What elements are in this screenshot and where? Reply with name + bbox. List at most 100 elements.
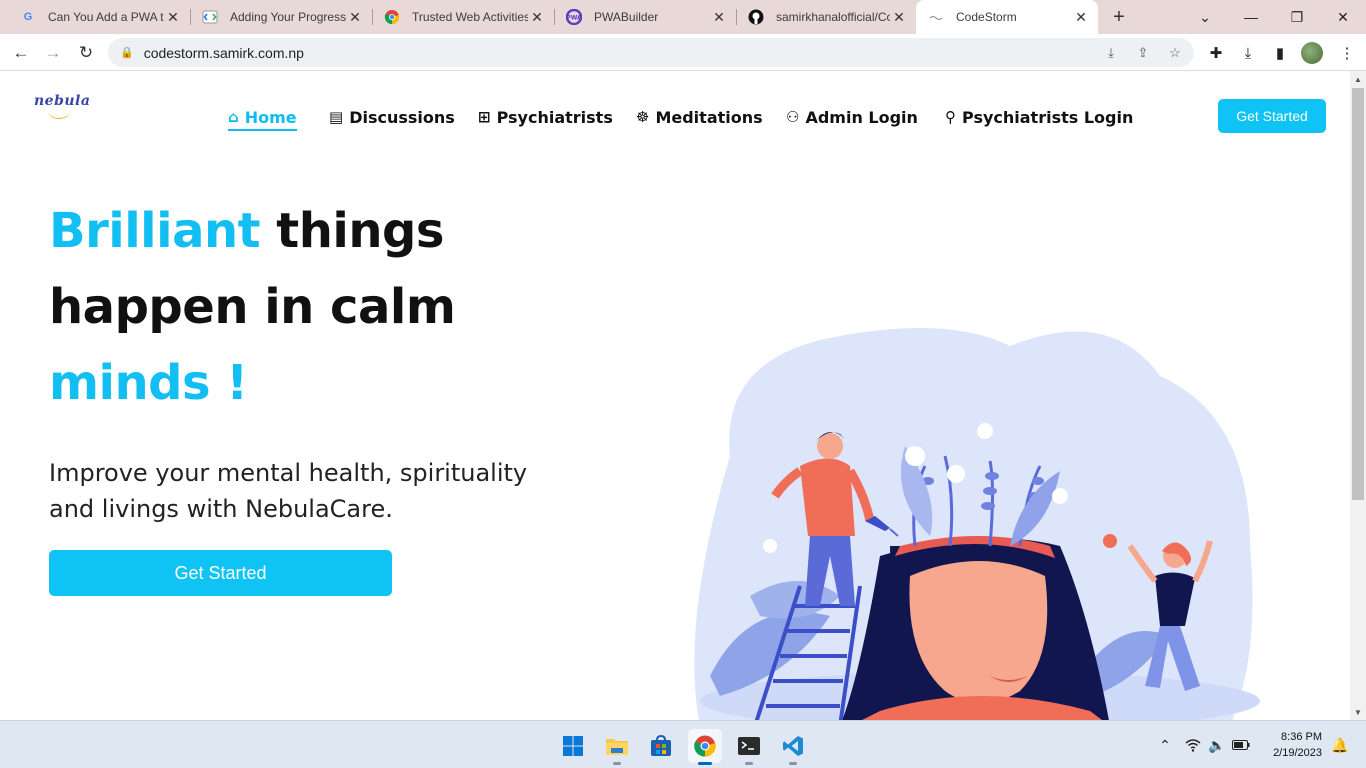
nav-meditations-label: Meditations xyxy=(655,107,763,127)
clock-date: 2/19/2023 xyxy=(1273,747,1322,759)
chrome-menu-icon[interactable]: ⋮ xyxy=(1336,42,1358,64)
home-icon: ⌂ xyxy=(228,108,239,126)
close-tab-icon[interactable]: ✕ xyxy=(890,8,908,26)
running-indicator xyxy=(613,762,621,765)
nav-home-label: Home xyxy=(244,107,297,127)
tab-title: Adding Your Progressi xyxy=(230,10,346,24)
install-app-icon[interactable]: ⤓ xyxy=(1101,43,1121,63)
calm-mind-illustration xyxy=(694,328,1260,720)
nav-psychiatrists-login-label: Psychiatrists Login xyxy=(962,107,1134,127)
close-tab-icon[interactable]: ✕ xyxy=(710,8,728,26)
file-explorer-icon[interactable] xyxy=(600,729,634,765)
terminal-icon[interactable] xyxy=(732,729,766,765)
browser-tab-5[interactable]: samirkhanalofficial/Co ✕ xyxy=(736,0,916,34)
hero-get-started-button[interactable]: Get Started xyxy=(49,550,392,596)
nav-psychiatrists[interactable]: ⊞ Psychiatrists xyxy=(478,104,613,130)
hero-accent-word: Brilliant xyxy=(49,203,261,259)
running-indicator xyxy=(745,762,753,765)
tab-title: Trusted Web Activities xyxy=(412,10,528,24)
new-tab-button[interactable]: + xyxy=(1107,5,1131,29)
nav-discussions[interactable]: ▤ Discussions xyxy=(329,104,455,130)
nav-psychiatrists-login[interactable]: ⚲ Psychiatrists Login xyxy=(945,104,1133,130)
url-text: codestorm.samirk.com.np xyxy=(143,44,304,61)
restore-button[interactable]: ❐ xyxy=(1274,0,1320,34)
nav-admin-login[interactable]: ⚇ Admin Login xyxy=(786,104,918,130)
show-hidden-icons-chevron-icon[interactable]: ⌃ xyxy=(1155,735,1175,755)
close-tab-icon[interactable]: ✕ xyxy=(346,8,364,26)
tab-title: PWABuilder xyxy=(594,10,659,24)
close-window-button[interactable]: ✕ xyxy=(1320,0,1366,34)
close-tab-icon[interactable]: ✕ xyxy=(1072,8,1090,26)
extensions-puzzle-icon[interactable]: ✚ xyxy=(1205,42,1227,64)
logo-swoosh xyxy=(48,103,70,119)
chrome-taskbar-icon[interactable] xyxy=(688,729,722,765)
running-indicator xyxy=(698,762,712,765)
browser-toolbar: ← → ↻ 🔒 codestorm.samirk.com.np ⤓ ⇪ ☆ ✚ … xyxy=(0,34,1366,71)
nav-admin-login-label: Admin Login xyxy=(805,107,918,127)
nav-psychiatrists-label: Psychiatrists xyxy=(496,107,613,127)
browser-tab-3[interactable]: Trusted Web Activities ✕ xyxy=(372,0,554,34)
active-underline xyxy=(228,129,297,131)
chrome-icon xyxy=(384,9,400,25)
codestorm-icon xyxy=(928,9,944,25)
downloads-icon[interactable]: ⤓ xyxy=(1237,42,1259,64)
scroll-up-arrow-icon[interactable]: ▲ xyxy=(1350,71,1366,87)
svg-text:PWA: PWA xyxy=(566,15,582,22)
windows-start-icon[interactable] xyxy=(556,729,590,763)
tab-title: CodeStorm xyxy=(956,10,1017,24)
web-dev-icon xyxy=(202,9,218,25)
system-clock[interactable]: 8:36 PM 2/19/2023 xyxy=(1262,729,1322,761)
header-get-started-button[interactable]: Get Started xyxy=(1218,99,1326,133)
running-indicator xyxy=(789,762,797,765)
hero-subtitle: Improve your mental health, spirituality… xyxy=(49,459,528,523)
page-scrollbar[interactable]: ▲ ▼ xyxy=(1350,71,1366,720)
location-pin-icon: ⚲ xyxy=(945,108,956,126)
user-edit-icon: ⚇ xyxy=(786,108,800,126)
forward-arrow-icon[interactable]: → xyxy=(40,40,66,66)
pwabuilder-icon: PWA xyxy=(566,9,582,25)
tab-search-chevron-icon[interactable]: ⌄ xyxy=(1182,0,1228,34)
volume-icon[interactable]: 🔈 xyxy=(1207,735,1227,755)
close-tab-icon[interactable]: ✕ xyxy=(164,8,182,26)
hero-heading-line-2: happen in calm xyxy=(49,279,456,335)
scrollbar-thumb[interactable] xyxy=(1352,88,1364,500)
bookmark-star-icon[interactable]: ☆ xyxy=(1165,43,1185,63)
address-bar[interactable]: 🔒 codestorm.samirk.com.np ⤓ ⇪ ☆ xyxy=(108,38,1194,67)
wifi-icon[interactable] xyxy=(1183,735,1203,755)
browser-tab-1[interactable]: G Can You Add a PWA to ✕ xyxy=(8,0,190,34)
share-icon[interactable]: ⇪ xyxy=(1133,43,1153,63)
nav-meditations[interactable]: ☸ Meditations xyxy=(636,104,763,130)
minimize-button[interactable]: — xyxy=(1228,0,1274,34)
github-icon xyxy=(748,9,764,25)
google-icon: G xyxy=(23,11,33,23)
tab-title: Can You Add a PWA to xyxy=(48,10,164,24)
close-tab-icon[interactable]: ✕ xyxy=(528,8,546,26)
hero-line-1-rest: things xyxy=(260,203,444,259)
reload-icon[interactable]: ↻ xyxy=(73,40,99,66)
hero-heading-line-3: minds ! xyxy=(49,355,248,411)
back-arrow-icon[interactable]: ← xyxy=(8,40,34,66)
notification-bell-icon[interactable]: 🔔 xyxy=(1330,735,1350,755)
hero-heading-line-1: Brilliant things xyxy=(49,203,444,259)
browser-tab-2[interactable]: Adding Your Progressi ✕ xyxy=(190,0,372,34)
battery-icon[interactable] xyxy=(1231,735,1251,755)
profile-avatar[interactable] xyxy=(1301,42,1323,64)
scroll-down-arrow-icon[interactable]: ▼ xyxy=(1350,704,1366,720)
windows-taskbar: ⌃ 🔈 8:36 PM 2/19/2023 🔔 xyxy=(0,720,1366,768)
medical-kit-icon: ⊞ xyxy=(478,108,491,126)
meditation-icon: ☸ xyxy=(636,108,650,126)
nebula-logo[interactable]: nebula xyxy=(34,93,90,119)
lock-icon[interactable]: 🔒 xyxy=(120,46,134,59)
microsoft-store-icon[interactable] xyxy=(644,729,678,763)
tab-title: samirkhanalofficial/Co xyxy=(776,10,890,24)
browser-tab-strip: G Can You Add a PWA to ✕ Adding Your Pro… xyxy=(0,0,1366,34)
document-icon: ▤ xyxy=(329,108,344,126)
web-page: nebula ⌂ Home ▤ Discussions ⊞ Psychiatri… xyxy=(0,71,1350,720)
side-panel-icon[interactable]: ▮ xyxy=(1269,42,1291,64)
nav-home[interactable]: ⌂ Home xyxy=(228,104,297,131)
nav-discussions-label: Discussions xyxy=(349,107,455,127)
vscode-icon[interactable] xyxy=(776,729,810,765)
browser-tab-6-active[interactable]: CodeStorm ✕ xyxy=(916,0,1098,34)
clock-time: 8:36 PM xyxy=(1281,731,1322,743)
browser-tab-4[interactable]: PWA PWABuilder ✕ xyxy=(554,0,736,34)
